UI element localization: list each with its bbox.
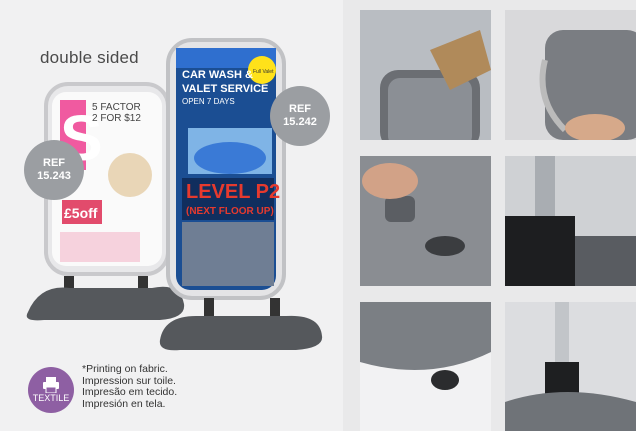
textile-badge: TEXTILE [28, 367, 74, 413]
poster-right-header1: CAR WASH & [182, 69, 253, 81]
poster-left-promo: £5off [64, 205, 98, 221]
note-line: Impresão em tecido. [82, 386, 178, 398]
ref-badge-right: REF 15.242 [270, 86, 330, 146]
spring-base-image [505, 302, 636, 431]
wheel-detail-image [360, 302, 491, 431]
photo-tile-6 [505, 302, 636, 431]
product-panel: double sided S 5 FACTOR 2 FOR $12 £5off … [0, 0, 343, 431]
note-line: Impresión en tela. [82, 397, 166, 410]
photo-tile-3 [360, 156, 491, 286]
ref-label: REF [43, 157, 65, 169]
note-line: *Printing on fabric. [82, 363, 168, 375]
poster-right-header2: VALET SERVICE [182, 83, 268, 95]
photo-tile-4 [505, 156, 636, 286]
photo-tile-5 [360, 302, 491, 431]
poster-right-badge: Full Valet [253, 69, 274, 75]
zipper-detail-image [505, 10, 636, 140]
filling-cap-image [360, 156, 491, 286]
poster-left-line2: 2 FOR $12 [92, 113, 141, 124]
ref-code: 15.243 [37, 170, 71, 182]
poster-right-next: (NEXT FLOOR UP) [186, 206, 274, 217]
poster-right-level: LEVEL P2 [186, 181, 280, 203]
poster-left-line1: 5 FACTOR [92, 102, 141, 113]
base-detail-image [360, 10, 491, 140]
print-notes: *Printing on fabric. Impression sur toil… [82, 363, 178, 410]
photo-tile-1 [360, 10, 491, 140]
ref-code: 15.242 [283, 116, 317, 128]
textile-label: TEXTILE [32, 393, 70, 403]
ref-badge-left: REF 15.243 [24, 140, 84, 200]
photo-tile-2 [505, 10, 636, 140]
printer-icon [43, 377, 59, 393]
poster-right-sub: OPEN 7 DAYS [182, 97, 235, 106]
post-spring-image [505, 156, 636, 286]
ref-label: REF [289, 103, 311, 115]
